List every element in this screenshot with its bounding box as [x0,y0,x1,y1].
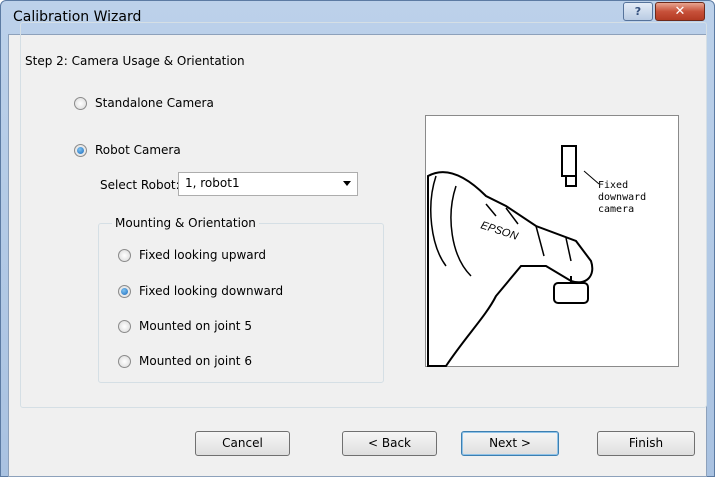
finish-button[interactable]: Finish [597,431,695,456]
robot-camera-radio[interactable]: Robot Camera [74,143,181,157]
mounting-legend: Mounting & Orientation [112,216,259,230]
mount-option-fixed-downward[interactable]: Fixed looking downward [118,284,283,298]
standalone-camera-label: Standalone Camera [95,96,214,110]
fixed-camera-caption: Fixed downward camera [598,180,646,216]
radio-indicator [118,319,131,333]
mount-option-label: Mounted on joint 6 [139,354,252,368]
back-button[interactable]: < Back [342,431,437,456]
cancel-button[interactable]: Cancel [195,431,290,456]
question-icon: ? [634,5,642,18]
radio-indicator-selected [74,143,87,157]
caption-line: Fixed [598,180,629,191]
select-robot-label: Select Robot: [100,178,180,192]
close-icon: ✕ [674,4,686,19]
chevron-down-icon [343,181,351,186]
help-button[interactable]: ? [623,2,653,21]
step-legend: Step 2: Camera Usage & Orientation [22,54,248,68]
mount-option-joint-5[interactable]: Mounted on joint 5 [118,319,252,333]
mount-option-label: Fixed looking downward [139,284,284,298]
robot-camera-label: Robot Camera [95,143,181,157]
robot-camera-drawing: EPSON [427,145,600,367]
caption-line: downward [598,192,647,203]
next-button[interactable]: Next > [461,431,559,456]
standalone-camera-radio[interactable]: Standalone Camera [74,96,214,110]
mount-option-label: Fixed looking upward [139,248,266,262]
radio-indicator-selected [118,284,131,298]
radio-indicator [118,354,131,368]
radio-indicator [118,248,131,262]
camera-orientation-illustration: EPSON Fixed downward camera [425,115,679,367]
radio-indicator [74,96,87,110]
caption-line: camera [598,204,635,215]
mount-option-label: Mounted on joint 5 [139,319,252,333]
mount-option-fixed-upward[interactable]: Fixed looking upward [118,248,266,262]
mount-option-joint-6[interactable]: Mounted on joint 6 [118,354,252,368]
select-robot-value: 1, robot1 [185,176,240,190]
select-robot-dropdown[interactable]: 1, robot1 [178,172,358,196]
close-button[interactable]: ✕ [655,2,705,21]
